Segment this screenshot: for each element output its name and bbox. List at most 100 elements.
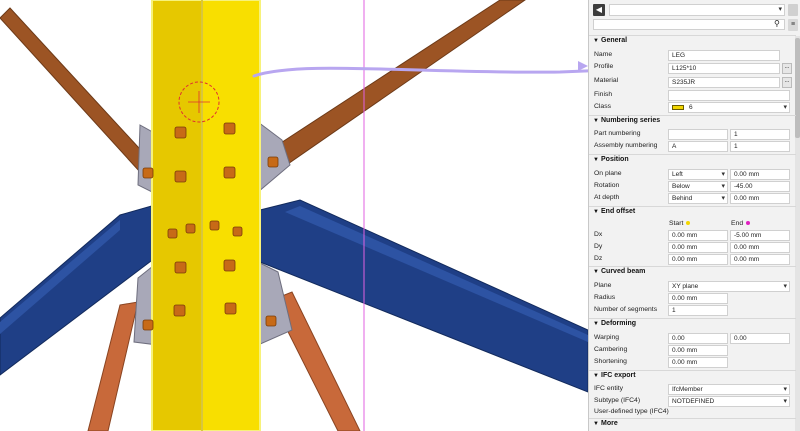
end-column-header: End — [731, 220, 751, 227]
bolt — [174, 126, 187, 139]
rotation-field[interactable]: -45.00 — [730, 181, 790, 192]
at-depth-label: At depth — [594, 194, 620, 201]
assembly-start-field[interactable]: 1 — [730, 141, 790, 152]
bolt — [173, 304, 186, 317]
bolt — [224, 302, 237, 315]
brace-upper-left[interactable] — [0, 7, 151, 173]
shortening-field[interactable]: 0.00 mm — [668, 357, 728, 368]
collapse-icon: ▼ — [593, 118, 599, 124]
section-general[interactable]: ▼ General — [593, 37, 627, 44]
bolt — [265, 315, 277, 327]
class-select[interactable]: 6 — [668, 102, 790, 113]
panel-scrollbar-thumb[interactable] — [795, 38, 800, 138]
bolt — [185, 223, 196, 234]
bolt — [167, 228, 178, 239]
model-scene[interactable] — [0, 0, 588, 431]
dx-end-field[interactable]: -5.00 mm — [730, 230, 790, 241]
dz-label: Dz — [594, 255, 603, 262]
leg-column-left-flange[interactable] — [151, 0, 203, 431]
collapse-icon: ▼ — [593, 373, 599, 379]
profile-browse-button[interactable]: ... — [782, 63, 792, 74]
bolt — [209, 220, 220, 231]
rotation-label: Rotation — [594, 182, 620, 189]
profile-field[interactable]: L125*10 — [668, 63, 780, 74]
warping-label: Warping — [594, 334, 620, 341]
brace-upper-right[interactable] — [269, 0, 526, 169]
part-prefix-field[interactable] — [668, 129, 728, 140]
assembly-prefix-field[interactable]: A — [668, 141, 728, 152]
section-end-offset[interactable]: ▼ End offset — [593, 208, 635, 215]
section-numbering[interactable]: ▼ Numbering series — [593, 117, 660, 124]
segments-field[interactable]: 1 — [668, 305, 728, 316]
collapse-icon: ▼ — [593, 38, 599, 44]
property-panel: ◀ ⚲ ≡ ▼General Name LEG Profile L125*10 … — [588, 0, 800, 431]
section-ifc-export[interactable]: ▼ IFC export — [593, 372, 636, 379]
collapse-icon: ▼ — [593, 209, 599, 215]
section-curved-beam[interactable]: ▼ Curved beam — [593, 268, 645, 275]
ifc-entity-select[interactable]: IfcMember — [668, 384, 790, 395]
search-input[interactable] — [593, 19, 785, 30]
material-browse-button[interactable]: ... — [782, 77, 792, 88]
bolt — [174, 170, 187, 183]
dx-start-field[interactable]: 0.00 mm — [668, 230, 728, 241]
collapse-icon: ▼ — [593, 421, 599, 427]
cambering-label: Cambering — [594, 346, 628, 353]
material-label: Material — [594, 77, 619, 84]
class-label: Class — [594, 103, 611, 110]
ifc-entity-label: IFC entity — [594, 385, 624, 392]
section-deforming[interactable]: ▼ Deforming — [593, 320, 636, 327]
collapse-icon: ▼ — [593, 157, 599, 163]
bolt — [267, 156, 279, 168]
collapse-icon: ▼ — [593, 269, 599, 275]
at-depth-field[interactable]: 0.00 mm — [730, 193, 790, 204]
name-label: Name — [594, 51, 613, 58]
rotation-select[interactable]: Below — [668, 181, 728, 192]
name-field[interactable]: LEG — [668, 50, 780, 61]
model-viewport[interactable] — [0, 0, 588, 431]
bolt — [142, 319, 154, 331]
ifc-subtype-label: Subtype (IFC4) — [594, 397, 641, 404]
radius-field[interactable]: 0.00 mm — [668, 293, 728, 304]
bolt — [223, 166, 236, 179]
dz-end-field[interactable]: 0.00 mm — [730, 254, 790, 265]
collapse-icon: ▼ — [593, 321, 599, 327]
leg-column-right-flange[interactable] — [201, 0, 261, 431]
dy-label: Dy — [594, 243, 603, 250]
on-plane-select[interactable]: Left — [668, 169, 728, 180]
class-color-swatch — [672, 105, 684, 110]
section-position[interactable]: ▼ Position — [593, 156, 629, 163]
dx-label: Dx — [594, 231, 603, 238]
brace-lower-left[interactable] — [87, 301, 139, 431]
dz-start-field[interactable]: 0.00 mm — [668, 254, 728, 265]
material-field[interactable]: S235JR — [668, 77, 780, 88]
warping-end-field[interactable]: 0.00 — [730, 333, 790, 344]
save-icon[interactable] — [788, 4, 798, 16]
plane-label: Plane — [594, 282, 612, 289]
bolt — [232, 226, 243, 237]
on-plane-field[interactable]: 0.00 mm — [730, 169, 790, 180]
radius-label: Radius — [594, 294, 616, 301]
bolt — [223, 122, 236, 135]
assembly-numbering-label: Assembly numbering — [594, 142, 658, 149]
cambering-field[interactable]: 0.00 mm — [668, 345, 728, 356]
part-start-field[interactable]: 1 — [730, 129, 790, 140]
dy-start-field[interactable]: 0.00 mm — [668, 242, 728, 253]
warping-start-field[interactable]: 0.00 — [668, 333, 728, 344]
at-depth-select[interactable]: Behind — [668, 193, 728, 204]
ifc-subtype-select[interactable]: NOTDEFINED — [668, 396, 790, 407]
finish-field[interactable] — [668, 90, 790, 101]
ifc-user-type-label: User-defined type (IFC4) — [594, 408, 669, 415]
finish-label: Finish — [594, 91, 613, 98]
start-point-icon — [686, 221, 691, 226]
part-numbering-label: Part numbering — [594, 130, 641, 137]
search-icon[interactable]: ⚲ — [774, 19, 780, 28]
hamburger-menu-icon[interactable]: ≡ — [788, 19, 798, 31]
plane-select[interactable]: XY plane — [668, 281, 790, 292]
dy-end-field[interactable]: 0.00 mm — [730, 242, 790, 253]
on-plane-label: On plane — [594, 170, 622, 177]
panel-scrollbar[interactable] — [795, 36, 800, 431]
back-button[interactable]: ◀ — [593, 4, 605, 16]
object-type-select[interactable] — [609, 4, 785, 16]
beam-left[interactable] — [0, 204, 156, 376]
section-more[interactable]: ▼ More — [593, 420, 618, 427]
